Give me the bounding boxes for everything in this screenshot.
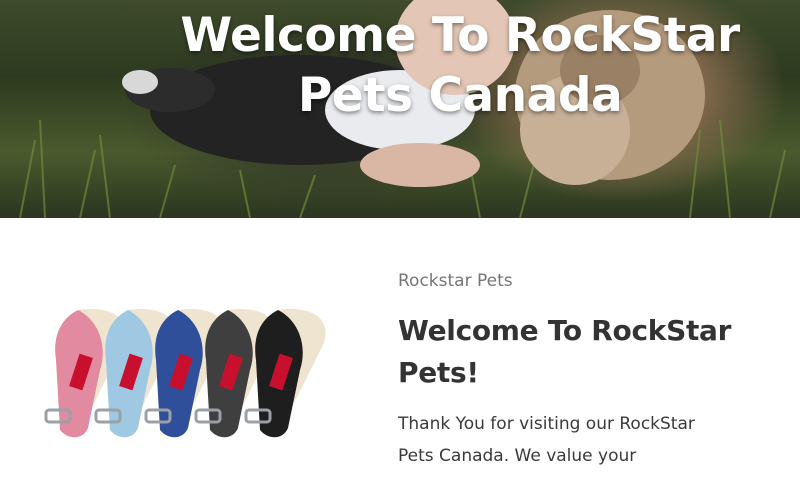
section-heading: Welcome To RockStar Pets! (398, 314, 732, 389)
hero-banner: Welcome To RockStar Pets Canada (0, 0, 800, 218)
welcome-section: Rockstar Pets Welcome To RockStar Pets! … (398, 268, 778, 472)
dog-collars-product-image (44, 309, 326, 438)
section-eyebrow: Rockstar Pets (398, 271, 513, 291)
hero-title: Welcome To RockStar Pets Canada (180, 8, 740, 123)
section-body-text: Thank You for visiting our RockStar Pets… (398, 414, 695, 466)
